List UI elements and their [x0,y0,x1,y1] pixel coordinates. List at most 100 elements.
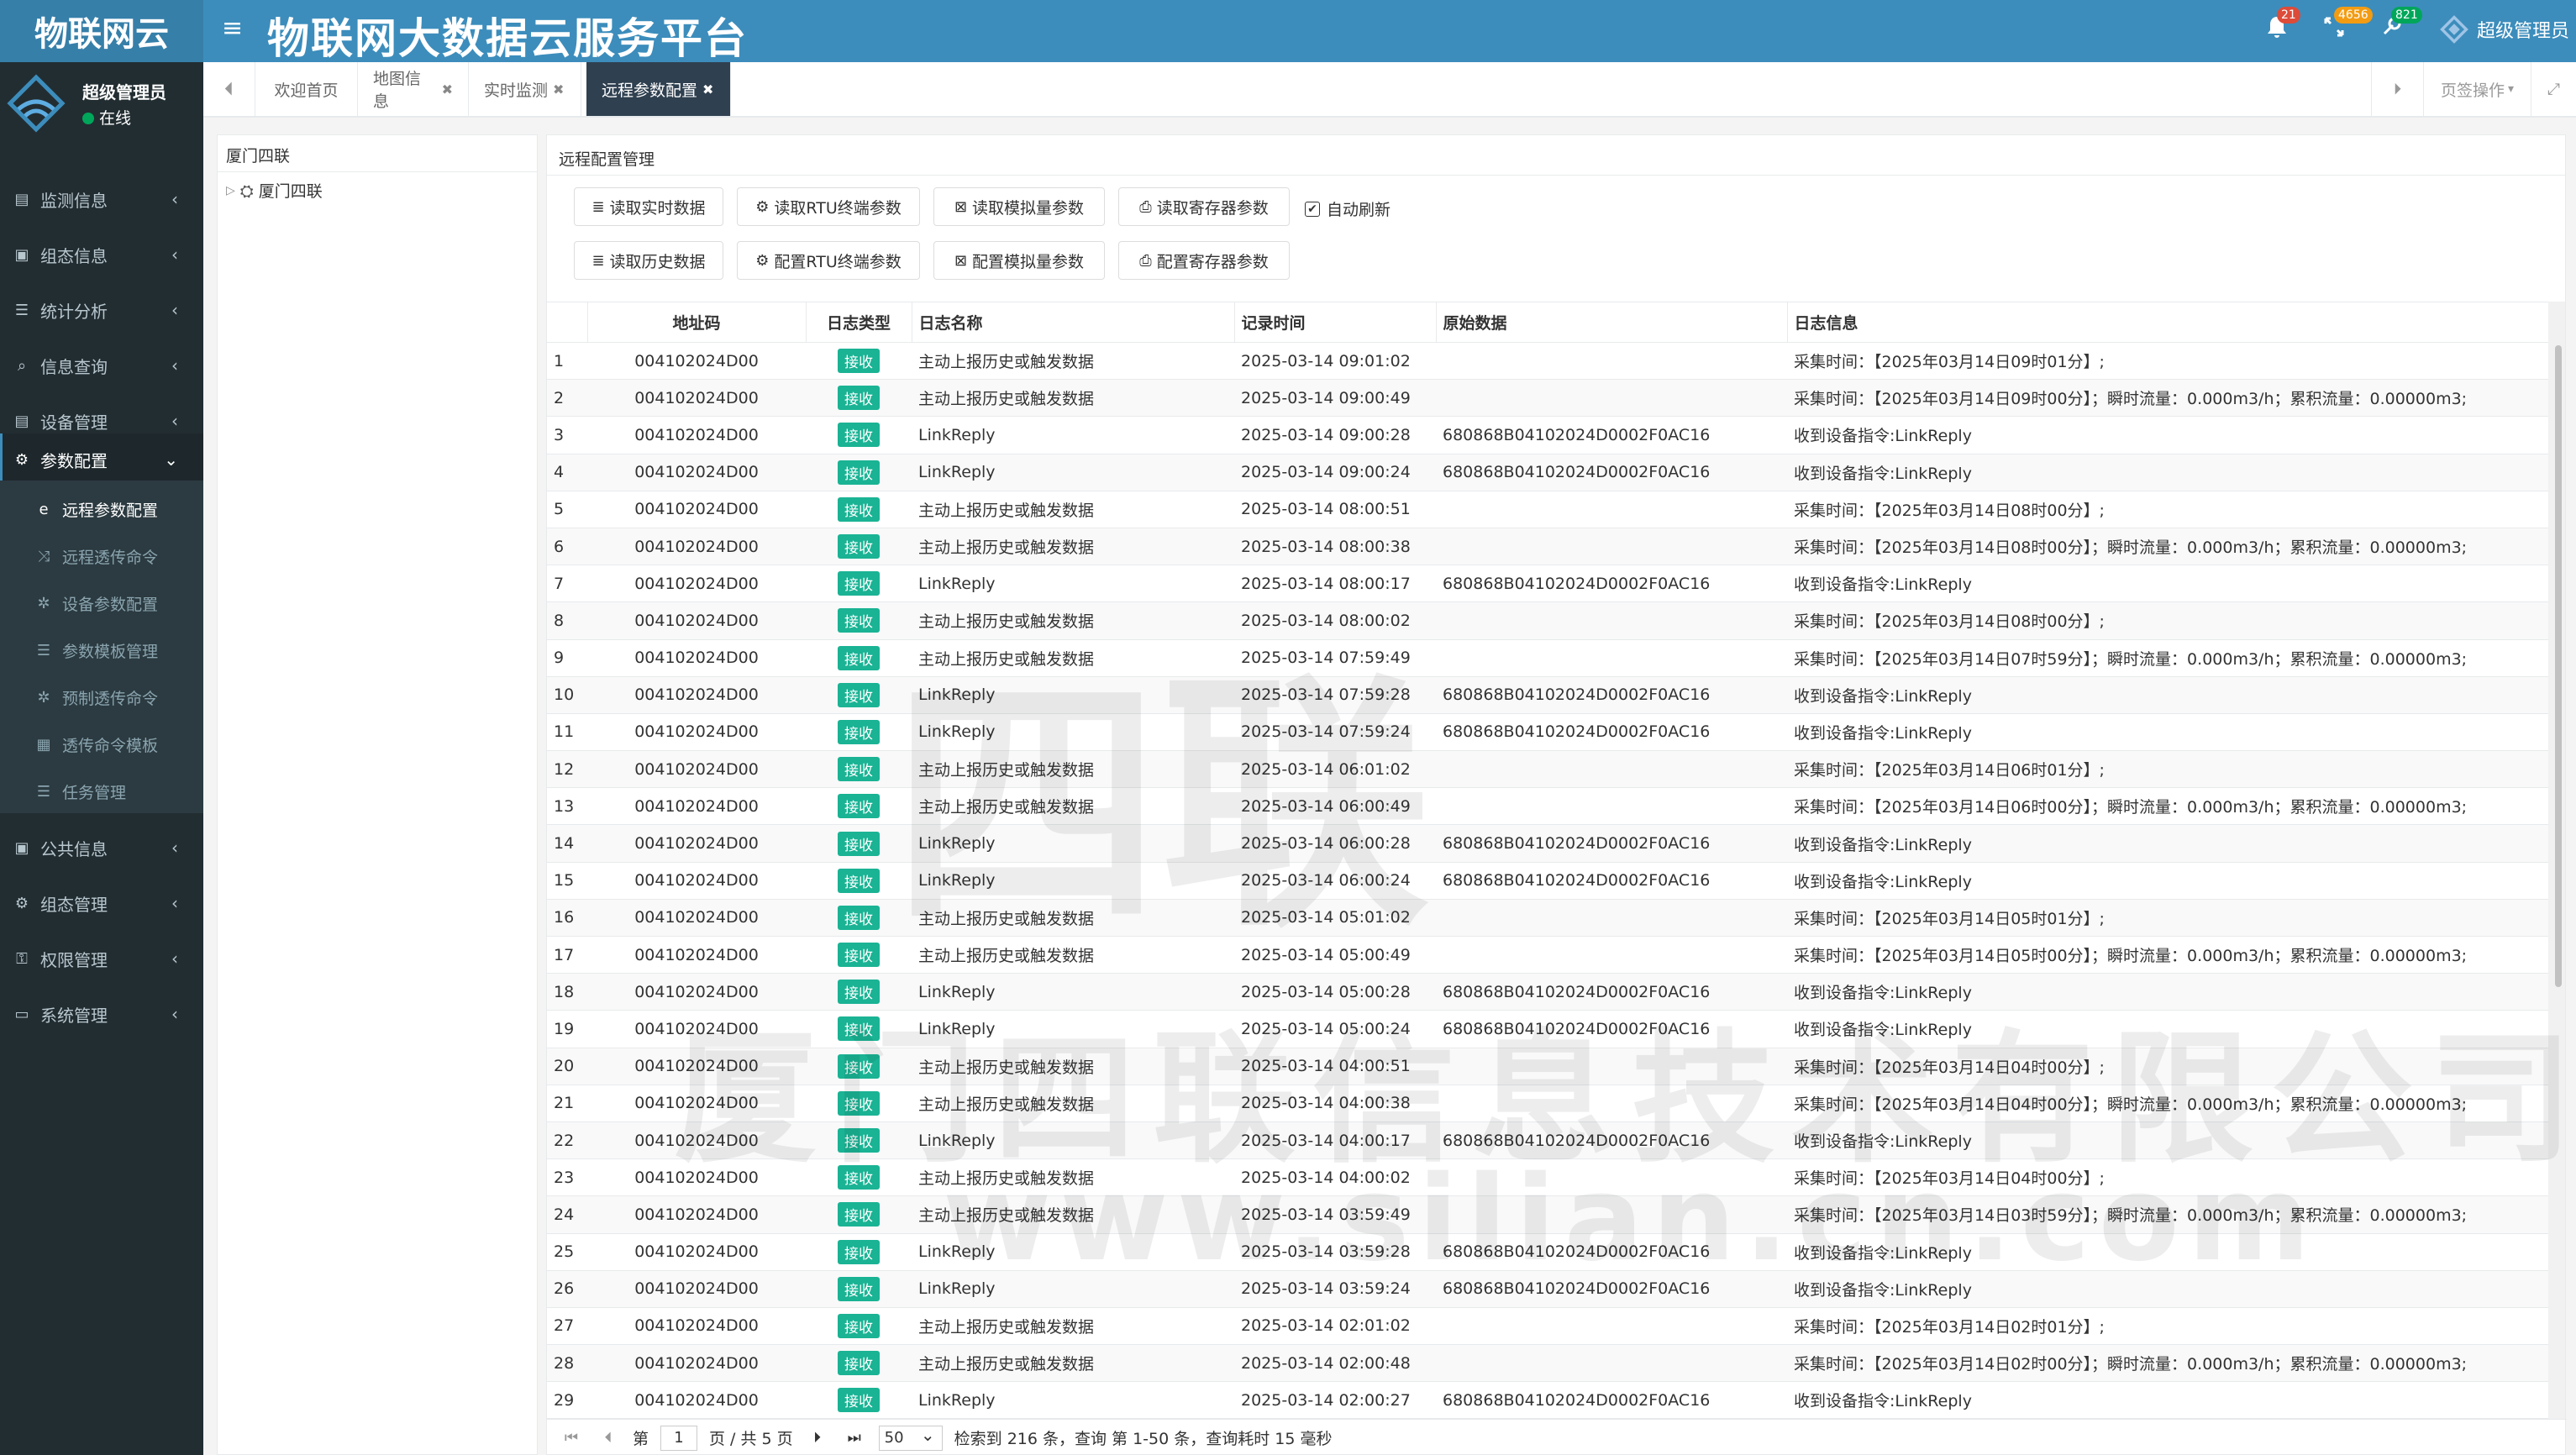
header-user-menu[interactable]: 超级管理员 [2440,15,2569,44]
close-icon[interactable]: ✖ [553,81,564,97]
page-ops-label: 页签操作 [2440,81,2505,100]
table-row[interactable]: 1 004102024D00 接收 主动上报历史或触发数据 2025-03-14 09:… [547,342,2550,381]
scrollbar-thumb[interactable] [2555,345,2562,987]
prev-page-icon[interactable]: ⏴ [596,1429,621,1447]
table-row[interactable]: 20 004102024D00 接收 主动上报历史或触发数据 2025-03-14 04… [547,1048,2550,1085]
menu-toggle-icon[interactable]: ≡ [222,13,243,43]
first-page-icon[interactable]: ⏮ [559,1429,584,1447]
table-row[interactable]: 4 004102024D00 接收 LinkReply 2025-03-14 09:00… [547,454,2550,491]
submenu-param-template[interactable]: ☰ 参数模板管理 [0,627,203,674]
table-row[interactable]: 9 004102024D00 接收 主动上报历史或触发数据 2025-03-14 07:… [547,639,2550,677]
log-table-wrapper[interactable]: 地址码 日志类型 日志名称 记录时间 原始数据 日志信息 1 004102024D… [547,302,2550,1419]
table-row[interactable]: 15 004102024D00 接收 LinkReply 2025-03-14 06:0… [547,862,2550,900]
cell-address: 004102024D00 [587,528,806,566]
table-row[interactable]: 29 004102024D00 接收 LinkReply 2025-03-14 02:0… [547,1381,2550,1419]
user-status-text: 在线 [99,109,132,128]
table-row[interactable]: 26 004102024D00 接收 LinkReply 2025-03-14 03:5… [547,1270,2550,1308]
sidebar-item-param-config[interactable]: ⚙ 参数配置 ⌄ [0,433,203,486]
table-row[interactable]: 6 004102024D00 接收 主动上报历史或触发数据 2025-03-14 08:… [547,528,2550,566]
table-row[interactable]: 13 004102024D00 接收 主动上报历史或触发数据 2025-03-14 06… [547,787,2550,826]
table-row[interactable]: 23 004102024D00 接收 主动上报历史或触发数据 2025-03-14 04… [547,1158,2550,1197]
log-type-badge: 接收 [838,719,880,744]
sidebar-item-system[interactable]: ▭ 系统管理 ‹ [0,988,203,1040]
table-row[interactable]: 25 004102024D00 接收 LinkReply 2025-03-14 03:5… [547,1233,2550,1271]
read-realtime-button[interactable]: ≣ 读取实时数据 [574,187,723,226]
tree-node[interactable]: ▷ ⛭ 厦门四联 [226,179,323,202]
tabs-scroll-right-icon[interactable]: ⏵ [2371,62,2423,116]
table-row[interactable]: 2 004102024D00 接收 主动上报历史或触发数据 2025-03-14 09:… [547,379,2550,418]
cell-log-info: 采集时间：【2025年03月14日09时01分】; [1787,342,2550,381]
submenu-preset-command[interactable]: ✲ 预制透传命令 [0,674,203,721]
table-row[interactable]: 19 004102024D00 接收 LinkReply 2025-03-14 05:0… [547,1010,2550,1048]
column-header-raw-data[interactable]: 原始数据 [1436,302,1788,343]
cell-address: 004102024D00 [587,1085,806,1122]
submenu-remote-passthrough[interactable]: ⤨ 远程透传命令 [0,533,203,580]
table-row[interactable]: 16 004102024D00 接收 主动上报历史或触发数据 2025-03-14 05… [547,899,2550,938]
page-size-select[interactable]: 50 [878,1423,943,1451]
book-icon: ▤ [14,190,29,208]
cell-index: 15 [547,862,587,900]
table-row[interactable]: 17 004102024D00 接收 主动上报历史或触发数据 2025-03-14 05… [547,936,2550,974]
page-number-input[interactable]: 1 [660,1425,698,1451]
table-row[interactable]: 12 004102024D00 接收 主动上报历史或触发数据 2025-03-14 06… [547,750,2550,789]
submenu-task-mgmt[interactable]: ☰ 任务管理 [0,768,203,815]
tab-map[interactable]: 地图信息 ✖ [358,62,469,116]
sidebar-item-public-info[interactable]: ▣ 公共信息 ‹ [0,822,203,874]
table-row[interactable]: 22 004102024D00 接收 LinkReply 2025-03-14 04:0… [547,1121,2550,1160]
config-analog-params-button[interactable]: ⊠ 配置模拟量参数 [933,241,1105,280]
table-row[interactable]: 7 004102024D00 接收 LinkReply 2025-03-14 08:00… [547,565,2550,603]
tab-welcome[interactable]: 欢迎首页 [255,62,358,116]
table-row[interactable]: 28 004102024D00 接收 主动上报历史或触发数据 2025-03-14 02… [547,1344,2550,1383]
table-row[interactable]: 18 004102024D00 接收 LinkReply 2025-03-14 05:0… [547,973,2550,1011]
column-header-log-type[interactable]: 日志类型 [806,302,912,343]
close-icon[interactable]: ✖ [702,81,713,97]
column-header-log-info[interactable]: 日志信息 [1787,302,2550,343]
table-row[interactable]: 5 004102024D00 接收 主动上报历史或触发数据 2025-03-14 08:… [547,491,2550,528]
read-analog-params-button[interactable]: ⊠ 读取模拟量参数 [933,187,1105,226]
cell-log-type: 接收 [806,491,912,528]
sidebar-item-label: 权限管理 [40,949,108,970]
sidebar-item-scada-mgmt[interactable]: ⚙ 组态管理 ‹ [0,877,203,929]
table-row[interactable]: 10 004102024D00 接收 LinkReply 2025-03-14 07:5… [547,676,2550,714]
sidebar-item-scada-info[interactable]: ▣ 组态信息 ‹ [0,228,203,281]
sidebar-item-permission[interactable]: ⚿ 权限管理 ‹ [0,932,203,985]
bell-icon[interactable]: 21 [2260,7,2300,49]
config-rtu-params-button[interactable]: ⚙ 配置RTU终端参数 [737,241,920,280]
close-icon[interactable]: ✖ [442,81,453,97]
page-ops-dropdown[interactable]: 页签操作 ▾ [2423,62,2531,116]
submenu-remote-param-config[interactable]: e 远程参数配置 [0,486,203,533]
config-register-params-button[interactable]: ⎙ 配置寄存器参数 [1118,241,1290,280]
column-header-address[interactable]: 地址码 [587,302,807,343]
auto-refresh-toggle[interactable]: ✔ 自动刷新 [1305,197,1391,220]
next-page-icon[interactable]: ⏵ [805,1429,830,1447]
read-history-button[interactable]: ≣ 读取历史数据 [574,241,723,280]
fullscreen-icon[interactable]: ⤢ [2531,62,2576,116]
table-row[interactable]: 24 004102024D00 接收 主动上报历史或触发数据 2025-03-14 03… [547,1195,2550,1234]
sidebar-item-statistics[interactable]: ☰ 统计分析 ‹ [0,284,203,336]
submenu-command-template[interactable]: ▦ 透传命令模板 [0,721,203,768]
table-row[interactable]: 21 004102024D00 接收 主动上报历史或触发数据 2025-03-14 04… [547,1085,2550,1122]
tabs-scroll-left-icon[interactable]: ⏴ [203,62,255,116]
read-register-params-button[interactable]: ⎙ 读取寄存器参数 [1118,187,1290,226]
read-rtu-params-button[interactable]: ⚙ 读取RTU终端参数 [737,187,920,226]
column-header-record-time[interactable]: 记录时间 [1234,302,1437,343]
sidebar-item-query[interactable]: ⌕ 信息查询 ‹ [0,339,203,391]
tab-remote-param-config[interactable]: 远程参数配置 ✖ [586,62,731,116]
cell-log-info: 收到设备指令:LinkReply [1787,1121,2550,1160]
checkbox-checked-icon[interactable]: ✔ [1305,201,1320,217]
table-row[interactable]: 8 004102024D00 接收 主动上报历史或触发数据 2025-03-14 08:… [547,601,2550,640]
table-row[interactable]: 27 004102024D00 接收 主动上报历史或触发数据 2025-03-14 02… [547,1307,2550,1346]
caret-right-icon[interactable]: ▷ [226,184,235,197]
table-row[interactable]: 14 004102024D00 接收 LinkReply 2025-03-14 06:0… [547,824,2550,863]
table-row[interactable]: 11 004102024D00 接收 LinkReply 2025-03-14 07:5… [547,713,2550,752]
table-row[interactable]: 3 004102024D00 接收 LinkReply 2025-03-14 09:00… [547,416,2550,454]
last-page-icon[interactable]: ⏭ [842,1429,867,1447]
cell-log-type: 接收 [806,1158,912,1197]
submenu-device-param-config[interactable]: ✲ 设备参数配置 [0,580,203,627]
tab-realtime[interactable]: 实时监测 ✖ [469,62,581,116]
flag-icon[interactable]: 4656 [2317,7,2373,49]
app-logo[interactable]: 物联网云 [0,0,203,62]
sidebar-item-monitor-info[interactable]: ▤ 监测信息 ‹ [0,173,203,225]
column-header-log-name[interactable]: 日志名称 [912,302,1235,343]
wrench-icon[interactable]: 821 [2374,7,2422,49]
